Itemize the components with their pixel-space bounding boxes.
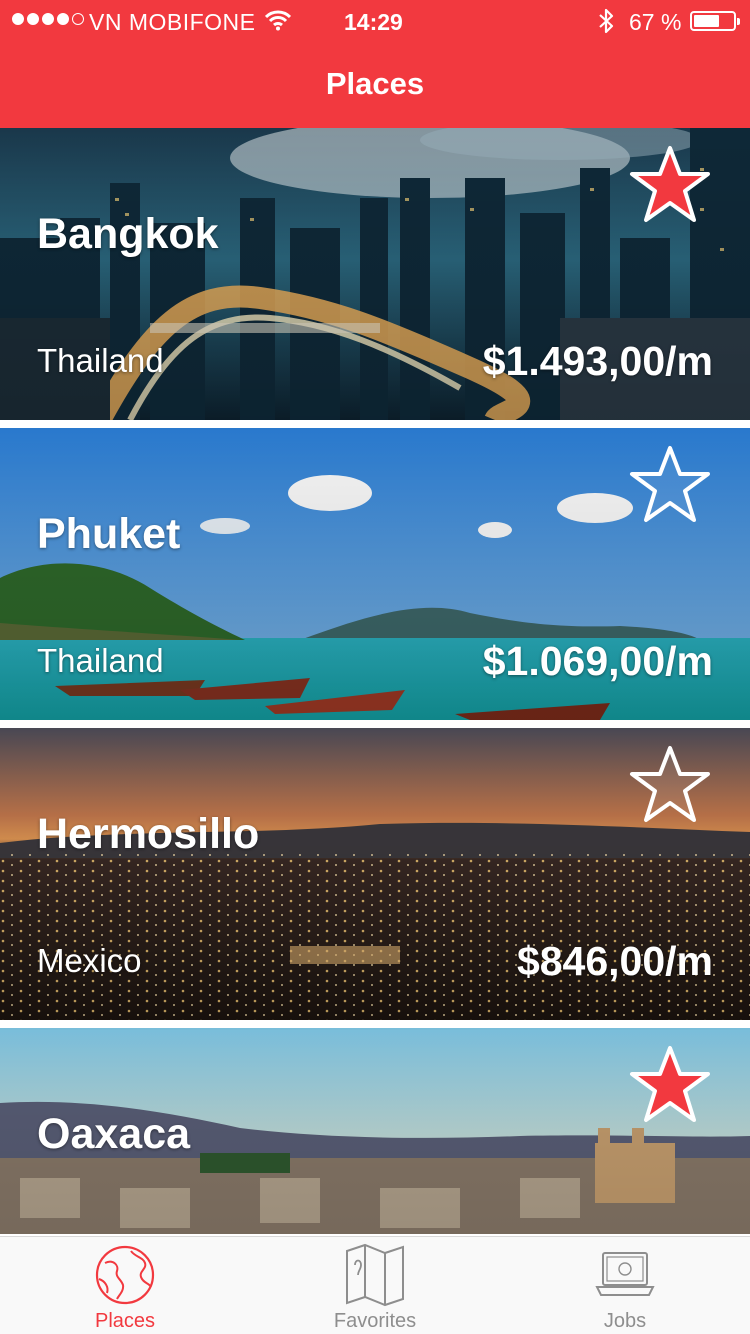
place-card-bangkok[interactable]: Bangkok Thailand $1.493,00/m <box>0 128 750 420</box>
carrier-label: VN MOBIFONE <box>89 9 256 35</box>
tab-jobs[interactable]: Jobs <box>500 1237 750 1334</box>
place-country: Mexico <box>37 942 142 979</box>
place-city: Hermosillo <box>37 810 260 858</box>
place-city: Phuket <box>37 510 181 558</box>
favorite-star-icon[interactable] <box>628 744 712 826</box>
place-card-phuket[interactable]: Phuket Thailand $1.069,00/m <box>0 428 750 720</box>
tab-favorites[interactable]: Favorites <box>250 1237 500 1334</box>
favorite-star-icon[interactable] <box>628 444 712 526</box>
favorite-star-icon[interactable] <box>628 144 712 226</box>
place-price: $1.493,00/m <box>482 338 713 384</box>
tab-places[interactable]: Places <box>0 1237 250 1334</box>
battery-icon <box>690 11 740 31</box>
laptop-icon <box>595 1252 655 1296</box>
place-price: $1.069,00/m <box>482 638 713 684</box>
tab-label: Places <box>94 1310 156 1332</box>
place-city: Bangkok <box>37 210 219 258</box>
bluetooth-icon <box>598 8 614 40</box>
tab-bar: Places Favorites Jobs <box>0 1236 750 1334</box>
place-price: $846,00/m <box>516 938 713 984</box>
battery-percent: 67 % <box>629 9 682 35</box>
place-city: Oaxaca <box>37 1110 191 1158</box>
tab-label: Jobs <box>603 1310 647 1332</box>
page-title: Places <box>325 66 425 101</box>
globe-icon <box>95 1245 155 1305</box>
signal-icon <box>12 13 84 25</box>
status-bar: VN MOBIFONE 14:29 67 % <box>0 0 750 42</box>
place-country: Thailand <box>37 342 164 379</box>
places-list[interactable]: Bangkok Thailand $1.493,00/m Phuket Thai… <box>0 128 750 1234</box>
place-country: Thailand <box>37 642 164 679</box>
wifi-icon <box>264 9 292 37</box>
nav-header: VN MOBIFONE 14:29 67 % Places <box>0 0 750 128</box>
clock-label: 14:29 <box>344 9 403 35</box>
tab-label: Favorites <box>333 1310 417 1332</box>
place-card-hermosillo[interactable]: Hermosillo Mexico $846,00/m <box>0 728 750 1020</box>
map-icon <box>346 1243 404 1307</box>
favorite-star-icon[interactable] <box>628 1044 712 1126</box>
place-card-oaxaca[interactable]: Oaxaca <box>0 1028 750 1234</box>
